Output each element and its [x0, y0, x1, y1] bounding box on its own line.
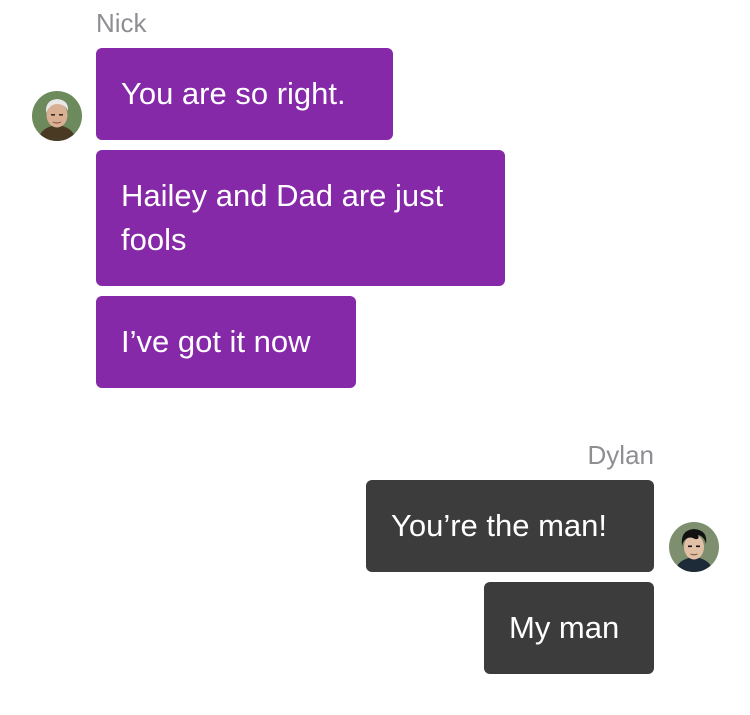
sender-name-dylan: Dylan: [587, 440, 654, 470]
message-text: You’re the man!: [391, 508, 608, 543]
message-text: My man: [509, 610, 620, 645]
person-avatar-icon: [32, 91, 82, 141]
avatar-nick[interactable]: [32, 91, 82, 141]
message-text: Hailey and Dad are just fools: [121, 178, 444, 257]
message-text: I’ve got it now: [121, 324, 311, 359]
sender-name-nick: Nick: [96, 8, 147, 38]
person-avatar-icon: [669, 522, 719, 572]
message-bubble-incoming[interactable]: I’ve got it now: [96, 296, 356, 388]
message-text: You are so right.: [121, 76, 346, 111]
avatar-dylan[interactable]: [669, 522, 719, 572]
message-bubble-incoming[interactable]: You are so right.: [96, 48, 393, 140]
message-bubble-outgoing[interactable]: My man: [484, 582, 654, 674]
message-bubble-incoming[interactable]: Hailey and Dad are just fools: [96, 150, 505, 286]
message-bubble-outgoing[interactable]: You’re the man!: [366, 480, 654, 572]
